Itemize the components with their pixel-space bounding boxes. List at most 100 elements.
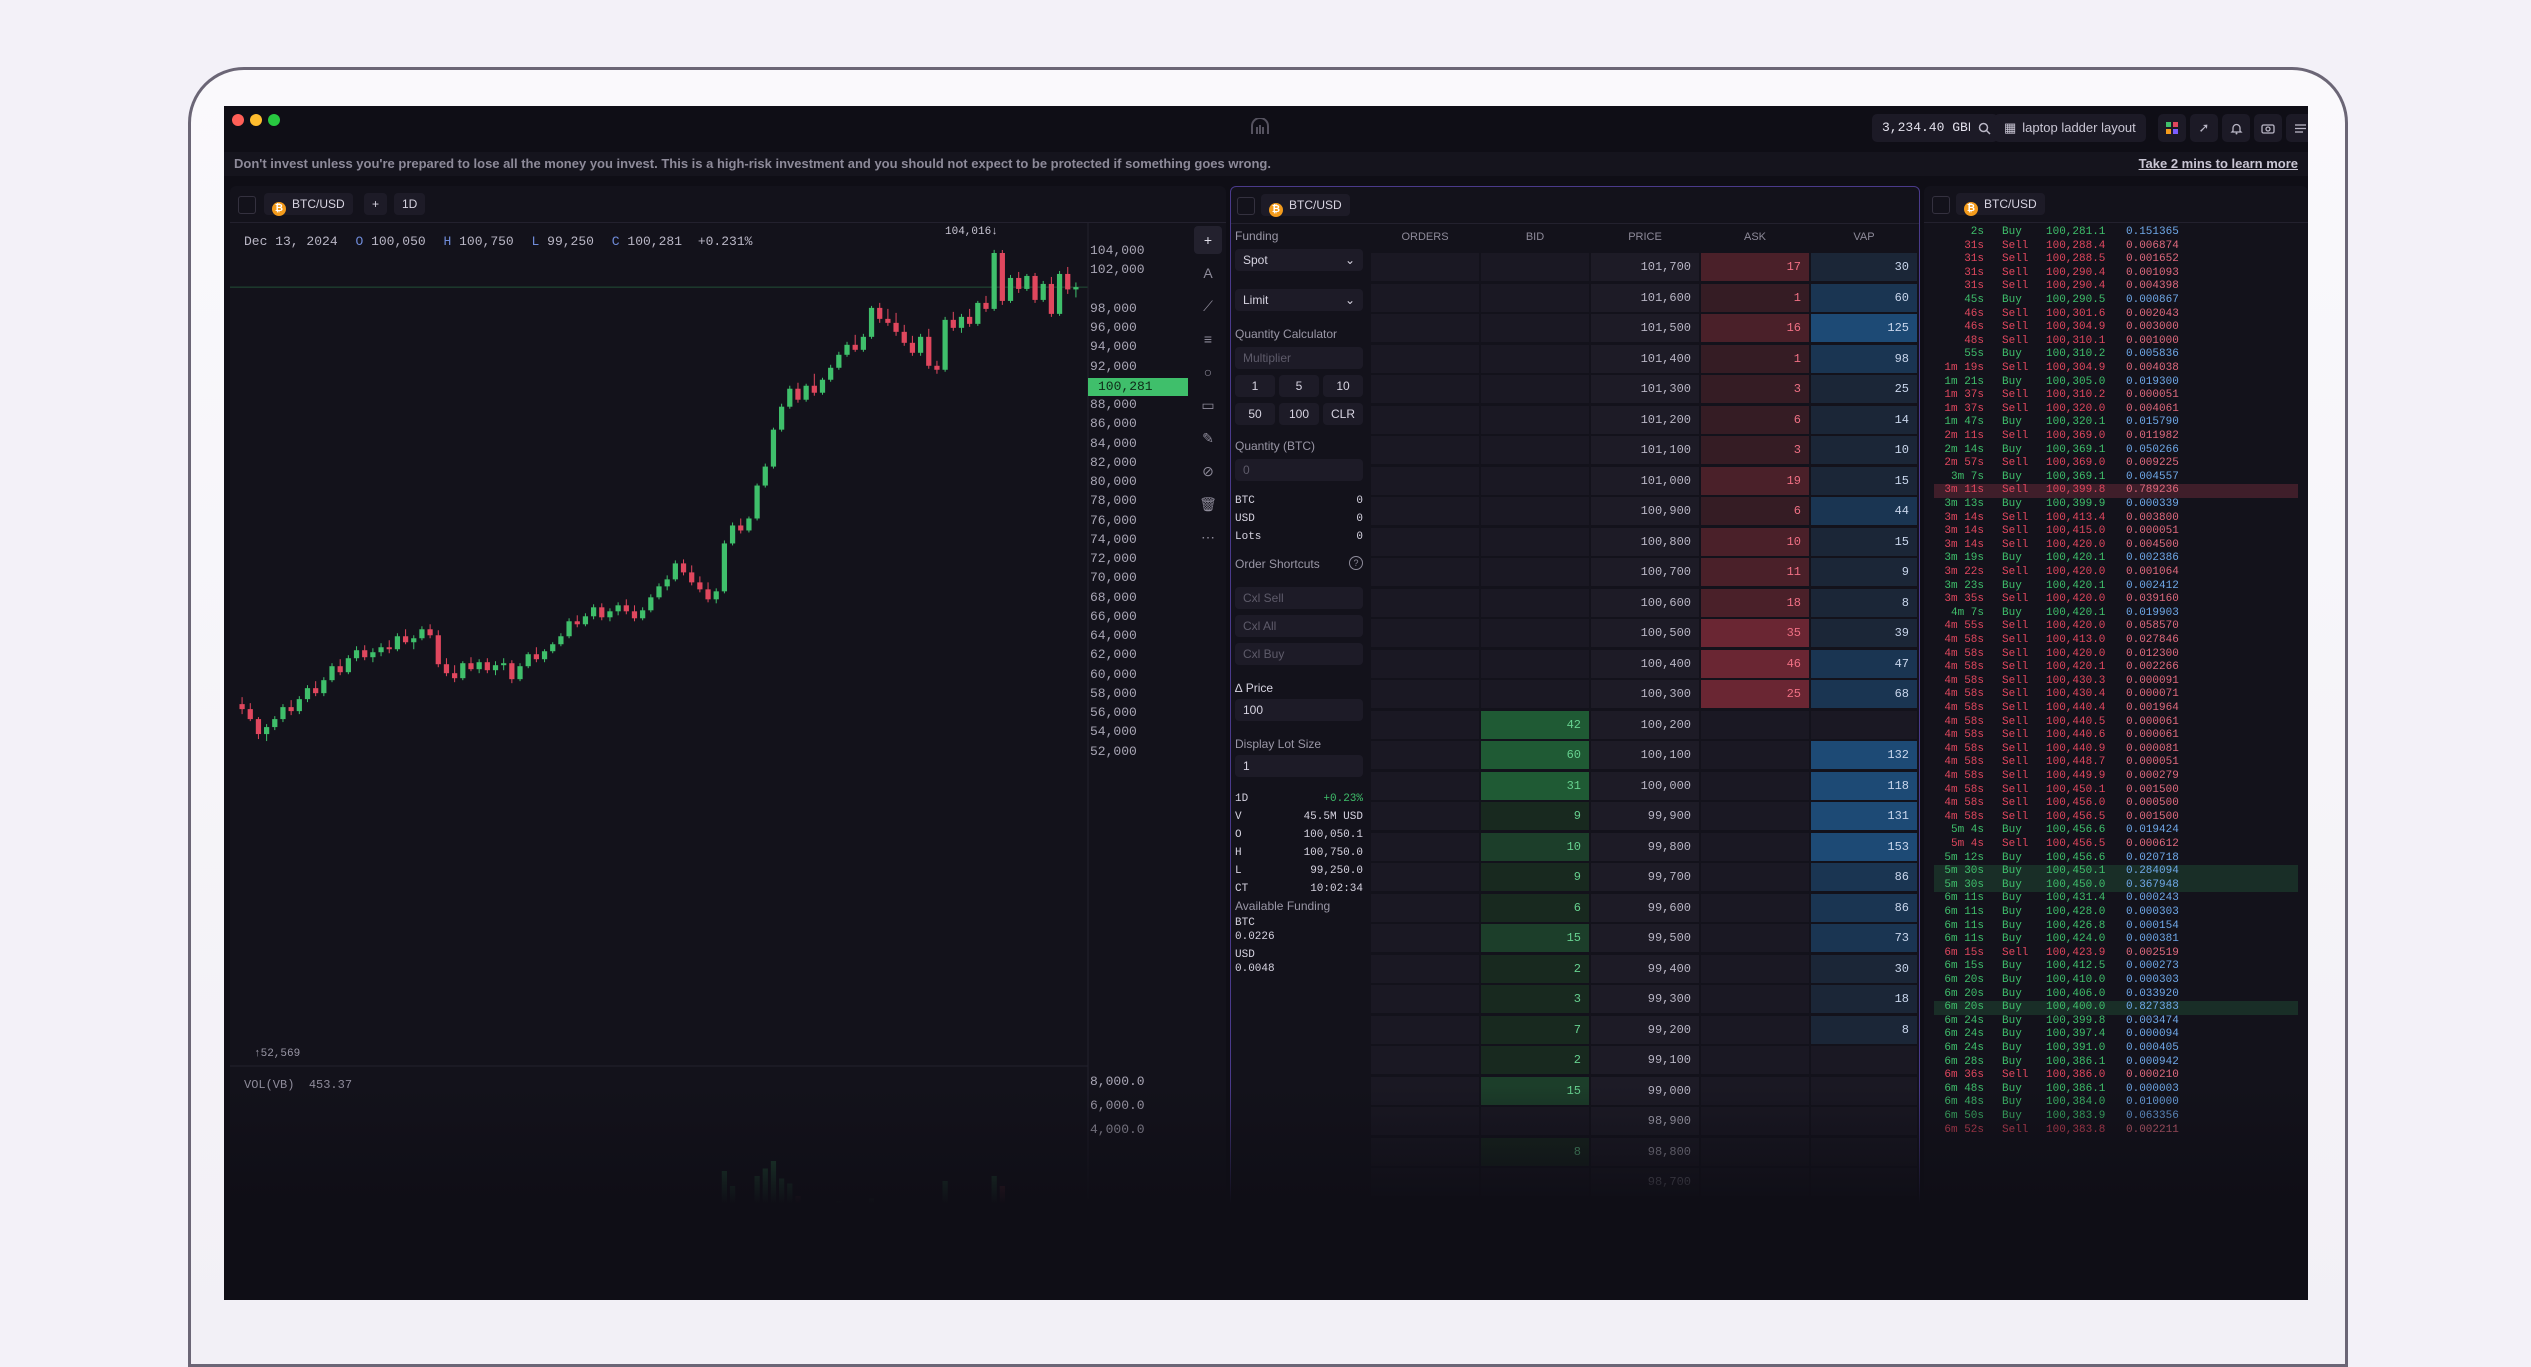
ladder-price-cell[interactable]: 99,000: [1591, 1076, 1699, 1105]
trade-row[interactable]: 2m 57s Sell 100,369.0 0.009225: [1934, 457, 2298, 471]
ladder-vap-cell[interactable]: 15: [1811, 527, 1917, 556]
ladder-ask-cell[interactable]: [1701, 710, 1809, 739]
ladder-bid-cell[interactable]: 2: [1481, 1046, 1589, 1074]
send-icon[interactable]: ➚: [2190, 114, 2218, 142]
trade-row[interactable]: 3m 14s Sell 100,415.0 0.000051: [1934, 525, 2298, 539]
ladder-vap-cell[interactable]: 30: [1811, 253, 1917, 281]
ladder-bid-cell[interactable]: [1481, 619, 1589, 647]
ladder-bid-cell[interactable]: 10: [1481, 832, 1589, 861]
ladder-price-cell[interactable]: 99,200: [1591, 1015, 1699, 1044]
ladder-bid-cell[interactable]: [1481, 253, 1589, 281]
trade-row[interactable]: 48s Sell 100,310.1 0.001000: [1934, 335, 2298, 349]
ladder-price-cell[interactable]: 99,500: [1591, 924, 1699, 952]
ladder-ask-cell[interactable]: 19: [1701, 466, 1809, 495]
trade-row[interactable]: 6m 20s Buy 100,400.0 0.827383: [1934, 1001, 2298, 1015]
trade-row[interactable]: 6m 36s Sell 100,386.0 0.000210: [1934, 1069, 2298, 1083]
ladder-orders-cell[interactable]: [1371, 832, 1479, 861]
trade-row[interactable]: 6m 50s Buy 100,383.9 0.063356: [1934, 1110, 2298, 1124]
ladder-orders-cell[interactable]: [1371, 1137, 1479, 1166]
qty-5-button[interactable]: 5: [1279, 375, 1319, 397]
ladder-header-orders[interactable]: ORDERS: [1371, 231, 1479, 243]
cancel-all-button[interactable]: Cxl All: [1235, 615, 1363, 637]
close-window-icon[interactable]: [232, 114, 244, 126]
panel-select-checkbox[interactable]: [1932, 196, 1950, 214]
ladder-bid-cell[interactable]: 2: [1481, 954, 1589, 983]
ladder-bid-cell[interactable]: [1481, 405, 1589, 434]
trade-row[interactable]: 31s Sell 100,290.4 0.004398: [1934, 280, 2298, 294]
trash-icon[interactable]: 🗑: [1194, 490, 1222, 518]
ladder-header-price[interactable]: PRICE: [1591, 231, 1699, 243]
ladder-price-cell[interactable]: 98,900: [1591, 1107, 1699, 1135]
trade-row[interactable]: 6m 15s Sell 100,423.9 0.002519: [1934, 947, 2298, 961]
ladder-price-cell[interactable]: 100,000: [1591, 771, 1699, 800]
cancel-buy-button[interactable]: Cxl Buy: [1235, 643, 1363, 665]
ladder-vap-cell[interactable]: 9: [1811, 558, 1917, 586]
trade-row[interactable]: 31s Sell 100,290.4 0.001093: [1934, 267, 2298, 281]
trade-row[interactable]: 6m 48s Buy 100,386.1 0.000003: [1934, 1083, 2298, 1097]
trade-row[interactable]: 4m 58s Sell 100,448.7 0.000051: [1934, 756, 2298, 770]
ladder-bid-cell[interactable]: 6: [1481, 893, 1589, 922]
ladder-price-cell[interactable]: 100,700: [1591, 558, 1699, 586]
ladder-orders-cell[interactable]: [1371, 405, 1479, 434]
trade-row[interactable]: 6m 24s Buy 100,391.0 0.000405: [1934, 1042, 2298, 1056]
ladder-vap-cell[interactable]: [1811, 1168, 1917, 1196]
ladder-vap-cell[interactable]: 125: [1811, 314, 1917, 342]
ladder-price-cell[interactable]: 99,900: [1591, 802, 1699, 830]
ladder-price-cell[interactable]: 101,300: [1591, 375, 1699, 403]
ladder-orders-cell[interactable]: [1371, 1046, 1479, 1074]
ladder-bid-cell[interactable]: [1481, 466, 1589, 495]
ladder-ask-cell[interactable]: 17: [1701, 253, 1809, 281]
trade-row[interactable]: 6m 11s Buy 100,431.4 0.000243: [1934, 892, 2298, 906]
trade-row[interactable]: 5m 30s Buy 100,450.1 0.284094: [1934, 865, 2298, 879]
qty-10-button[interactable]: 10: [1323, 375, 1363, 397]
ladder-bid-cell[interactable]: [1481, 649, 1589, 678]
ladder-orders-cell[interactable]: [1371, 375, 1479, 403]
ladder-ask-cell[interactable]: [1701, 832, 1809, 861]
trade-row[interactable]: 2m 11s Sell 100,369.0 0.011982: [1934, 430, 2298, 444]
ladder-ask-cell[interactable]: [1701, 771, 1809, 800]
trade-row[interactable]: 31s Sell 100,288.4 0.006874: [1934, 240, 2298, 254]
cancel-sell-button[interactable]: Cxl Sell: [1235, 587, 1363, 609]
trade-row[interactable]: 4m 58s Sell 100,430.3 0.000091: [1934, 675, 2298, 689]
trade-row[interactable]: 6m 11s Buy 100,424.0 0.000381: [1934, 933, 2298, 947]
trade-row[interactable]: 5m 12s Buy 100,456.6 0.020718: [1934, 852, 2298, 866]
annotation-icon[interactable]: ▭: [1194, 391, 1222, 419]
ladder-orders-cell[interactable]: [1371, 314, 1479, 342]
ladder-ask-cell[interactable]: 6: [1701, 497, 1809, 525]
ladder-vap-cell[interactable]: 18: [1811, 985, 1917, 1013]
ladder-price-cell[interactable]: 101,700: [1591, 253, 1699, 281]
ladder-bid-cell[interactable]: [1481, 436, 1589, 464]
ladder-price-cell[interactable]: 100,100: [1591, 741, 1699, 769]
text-tool-icon[interactable]: A: [1194, 259, 1222, 287]
ladder-ask-cell[interactable]: [1701, 863, 1809, 891]
ladder-orders-cell[interactable]: [1371, 893, 1479, 922]
ladder-vap-cell[interactable]: 131: [1811, 802, 1917, 830]
ladder-bid-cell[interactable]: 15: [1481, 924, 1589, 952]
trade-row[interactable]: 4m 58s Sell 100,413.0 0.027846: [1934, 634, 2298, 648]
ladder-bid-cell[interactable]: [1481, 527, 1589, 556]
trade-row[interactable]: 6m 24s Buy 100,397.4 0.000094: [1934, 1028, 2298, 1042]
ladder-ask-cell[interactable]: 25: [1701, 680, 1809, 708]
trade-row[interactable]: 4m 58s Sell 100,440.9 0.000081: [1934, 743, 2298, 757]
trend-line-icon[interactable]: ⟋: [1194, 292, 1222, 320]
trade-row[interactable]: 3m 7s Buy 100,369.1 0.004557: [1934, 471, 2298, 485]
ladder-bid-cell[interactable]: [1481, 1107, 1589, 1135]
ladder-orders-cell[interactable]: [1371, 649, 1479, 678]
ladder-orders-cell[interactable]: [1371, 741, 1479, 769]
trade-row[interactable]: 3m 35s Sell 100,420.0 0.039160: [1934, 593, 2298, 607]
trade-row[interactable]: 4m 58s Sell 100,440.6 0.000061: [1934, 729, 2298, 743]
ladder-orders-cell[interactable]: [1371, 588, 1479, 617]
trade-row[interactable]: 6m 20s Buy 100,410.0 0.000303: [1934, 974, 2298, 988]
ladder-bid-cell[interactable]: [1481, 588, 1589, 617]
ladder-vap-cell[interactable]: 153: [1811, 832, 1917, 861]
quantity-input[interactable]: 0: [1235, 459, 1363, 481]
ladder-price-cell[interactable]: 100,500: [1591, 619, 1699, 647]
qty-50-button[interactable]: 50: [1235, 403, 1275, 425]
layout-selector[interactable]: ▦ laptop ladder layout: [1994, 114, 2146, 142]
ladder-bid-cell[interactable]: [1481, 375, 1589, 403]
multiplier-input[interactable]: Multiplier: [1235, 347, 1363, 369]
ladder-orders-cell[interactable]: [1371, 985, 1479, 1013]
ladder-orders-cell[interactable]: [1371, 497, 1479, 525]
ladder-vap-cell[interactable]: 15: [1811, 466, 1917, 495]
ladder-price-cell[interactable]: 99,100: [1591, 1046, 1699, 1074]
